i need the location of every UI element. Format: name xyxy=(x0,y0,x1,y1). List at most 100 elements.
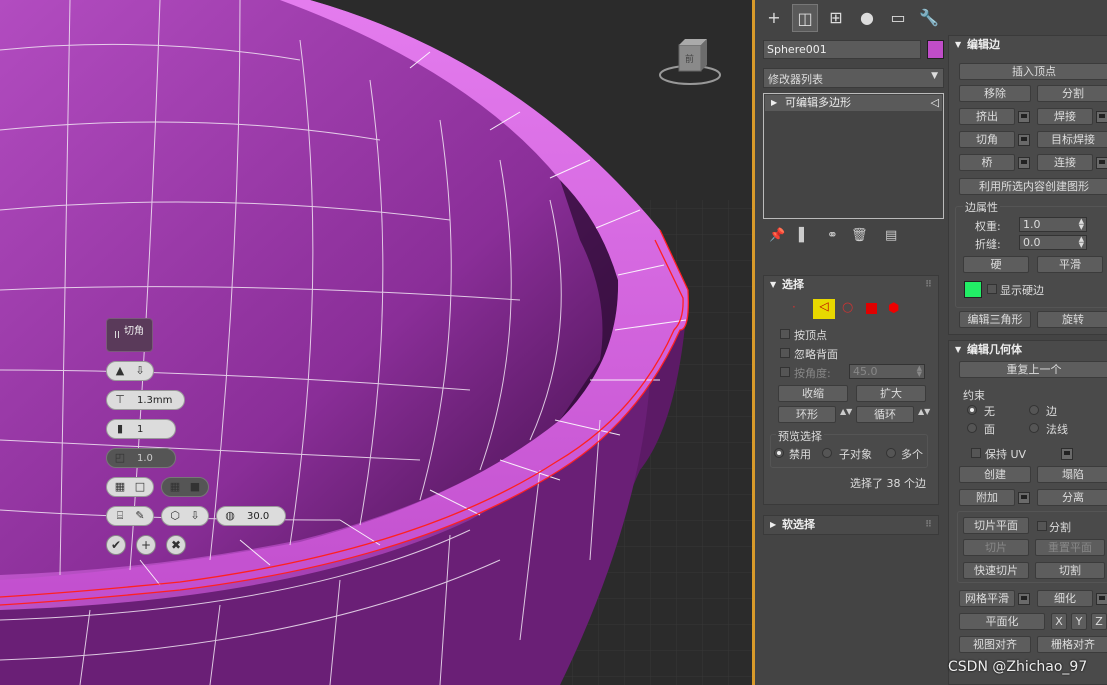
perspective-viewport[interactable]: 前 II 切角 ▲ ⇩ ⊤ 1.3mm ▮ 1 ◰ 1.0 ▦ □ ▦ ■ ⌸ ✎ ⬡ ⇩ xyxy=(0,0,752,685)
ring-button[interactable]: 环形 xyxy=(778,406,836,423)
loop-spinner-icon[interactable]: ▲▼ xyxy=(918,407,930,416)
modifier-list-dropdown[interactable]: 修改器列表 ▼ xyxy=(763,68,944,88)
smooth-to-dropdown[interactable]: ⬡ ⇩ xyxy=(161,506,209,526)
create-button[interactable]: 创建 xyxy=(959,466,1031,483)
meshsmooth-settings-icon[interactable] xyxy=(1018,593,1030,605)
tension-field[interactable]: ◰ 1.0 xyxy=(106,448,176,468)
cut-button[interactable]: 切割 xyxy=(1035,562,1105,579)
make-planar-button[interactable]: 平面化 xyxy=(959,613,1045,630)
hard-edge-color-swatch[interactable] xyxy=(964,281,982,298)
quickslice-button[interactable]: 快速切片 xyxy=(963,562,1029,579)
edge-mode-icon[interactable]: ◁ xyxy=(813,299,835,319)
insert-vertex-button[interactable]: 插入顶点 xyxy=(959,63,1107,80)
target-weld-button[interactable]: 目标焊接 xyxy=(1037,131,1107,148)
crease-spinner[interactable]: 0.0 ▲ ▼ xyxy=(1019,235,1087,250)
constraint-face-radio[interactable] xyxy=(967,423,977,433)
smooth-button[interactable]: 平滑 xyxy=(1037,256,1103,273)
display-hard-checkbox[interactable] xyxy=(987,284,997,294)
border-mode-icon[interactable]: ○ xyxy=(842,300,853,315)
collapse-button[interactable]: 塌陷 xyxy=(1037,466,1107,483)
bridge-settings-icon[interactable] xyxy=(1018,157,1030,169)
cancel-button[interactable]: ✖ xyxy=(166,535,186,555)
edit-edges-header[interactable]: ▼ 编辑边 xyxy=(949,36,1107,54)
tab-create[interactable]: + xyxy=(761,4,787,32)
view-align-button[interactable]: 视图对齐 xyxy=(959,636,1031,653)
grid-align-button[interactable]: 栅格对齐 xyxy=(1037,636,1107,653)
shrink-button[interactable]: 收缩 xyxy=(778,385,848,402)
tab-modify[interactable]: ◫ xyxy=(792,4,818,32)
chamfer-button[interactable]: 切角 xyxy=(959,131,1015,148)
stack-item-editable-poly[interactable]: ▶ 可编辑多边形 ◁ xyxy=(765,95,942,111)
slice-plane-button[interactable]: 切片平面 xyxy=(963,517,1029,534)
object-name-field[interactable]: Sphere001 xyxy=(763,40,921,59)
extrude-settings-icon[interactable] xyxy=(1018,111,1030,123)
invert-toggle[interactable]: ▦ ■ xyxy=(161,477,209,497)
preview-multi-radio[interactable] xyxy=(886,448,896,458)
by-angle-checkbox[interactable] xyxy=(780,367,790,377)
grow-button[interactable]: 扩大 xyxy=(856,385,926,402)
smooth-toggle[interactable]: ⌸ ✎ xyxy=(106,506,154,526)
ignore-backfacing-checkbox[interactable] xyxy=(780,348,790,358)
edge-amount-field[interactable]: ⊤ 1.3mm xyxy=(106,390,185,410)
create-shape-button[interactable]: 利用所选内容创建图形 xyxy=(959,178,1107,195)
chamfer-type-dropdown[interactable]: ▲ ⇩ xyxy=(106,361,154,381)
show-end-result-icon[interactable]: ▌ xyxy=(799,228,809,243)
attach-settings-icon[interactable] xyxy=(1018,492,1030,504)
meshsmooth-button[interactable]: 网格平滑 xyxy=(959,590,1015,607)
loop-button[interactable]: 循环 xyxy=(856,406,914,423)
preserve-uv-checkbox[interactable] xyxy=(971,448,981,458)
constraint-none-radio[interactable] xyxy=(967,405,977,415)
preview-off-radio[interactable] xyxy=(774,448,784,458)
detach-button[interactable]: 分离 xyxy=(1037,489,1107,506)
extrude-button[interactable]: 挤出 xyxy=(959,108,1015,125)
connect-button[interactable]: 连接 xyxy=(1037,154,1093,171)
angle-spinner[interactable]: 45.0 ▲ ▼ xyxy=(849,364,925,379)
configure-icon[interactable]: ▤ xyxy=(885,228,897,243)
split-checkbox[interactable] xyxy=(1037,521,1047,531)
modifier-stack[interactable]: ▶ 可编辑多边形 ◁ xyxy=(763,93,944,219)
connect-settings-icon[interactable] xyxy=(1096,157,1107,169)
preview-subobject-radio[interactable] xyxy=(822,448,832,458)
reset-plane-button[interactable]: 重置平面 xyxy=(1035,539,1105,556)
ok-button[interactable]: ✔ xyxy=(106,535,126,555)
edit-triangulation-button[interactable]: 编辑三角形 xyxy=(959,311,1031,328)
weld-button[interactable]: 焊接 xyxy=(1037,108,1093,125)
selection-rollout-header[interactable]: ▼ 选择 ⠿ xyxy=(764,276,938,294)
tessellate-button[interactable]: 细化 xyxy=(1037,590,1093,607)
weld-settings-icon[interactable] xyxy=(1096,111,1107,123)
segments-field[interactable]: ▮ 1 xyxy=(106,419,176,439)
tab-hierarchy[interactable]: ⊞ xyxy=(823,4,849,32)
planar-y-button[interactable]: Y xyxy=(1071,613,1087,630)
hard-button[interactable]: 硬 xyxy=(963,256,1029,273)
tab-utilities[interactable]: 🔧 xyxy=(916,4,942,32)
repeat-last-button[interactable]: 重复上一个 xyxy=(959,361,1107,378)
attach-button[interactable]: 附加 xyxy=(959,489,1015,506)
constraint-normal-radio[interactable] xyxy=(1029,423,1039,433)
make-unique-icon[interactable]: ⚭ xyxy=(827,228,838,243)
element-mode-icon[interactable]: ⬢ xyxy=(888,301,899,316)
drag-handle-icon[interactable]: ⠿ xyxy=(925,276,932,294)
drag-handle-icon[interactable]: ⠿ xyxy=(925,516,932,534)
slice-button[interactable]: 切片 xyxy=(963,539,1029,556)
bridge-button[interactable]: 桥 xyxy=(959,154,1015,171)
chamfer-caddy-header[interactable]: II 切角 xyxy=(106,318,153,352)
planar-z-button[interactable]: Z xyxy=(1091,613,1107,630)
object-color-swatch[interactable] xyxy=(927,40,944,59)
edit-geometry-header[interactable]: ▼ 编辑几何体 xyxy=(949,341,1107,359)
open-toggle[interactable]: ▦ □ xyxy=(106,477,154,497)
planar-x-button[interactable]: X xyxy=(1051,613,1067,630)
ring-spinner-icon[interactable]: ▲▼ xyxy=(840,407,852,416)
soft-selection-header[interactable]: ▶ 软选择 ⠿ xyxy=(764,516,938,534)
smooth-threshold-field[interactable]: ◍ 30.0 xyxy=(216,506,286,526)
tab-motion[interactable]: ● xyxy=(854,4,880,32)
by-vertex-checkbox[interactable] xyxy=(780,329,790,339)
weight-spinner[interactable]: 1.0 ▲ ▼ xyxy=(1019,217,1087,232)
pin-stack-icon[interactable]: 📌 xyxy=(769,228,785,243)
trash-icon[interactable]: 🗑 xyxy=(851,228,868,243)
chamfer-settings-icon[interactable] xyxy=(1018,134,1030,146)
apply-button[interactable]: + xyxy=(136,535,156,555)
preserve-uv-settings-icon[interactable] xyxy=(1061,448,1073,460)
split-button[interactable]: 分割 xyxy=(1037,85,1107,102)
tab-display[interactable]: ▭ xyxy=(885,4,911,32)
turn-button[interactable]: 旋转 xyxy=(1037,311,1107,328)
